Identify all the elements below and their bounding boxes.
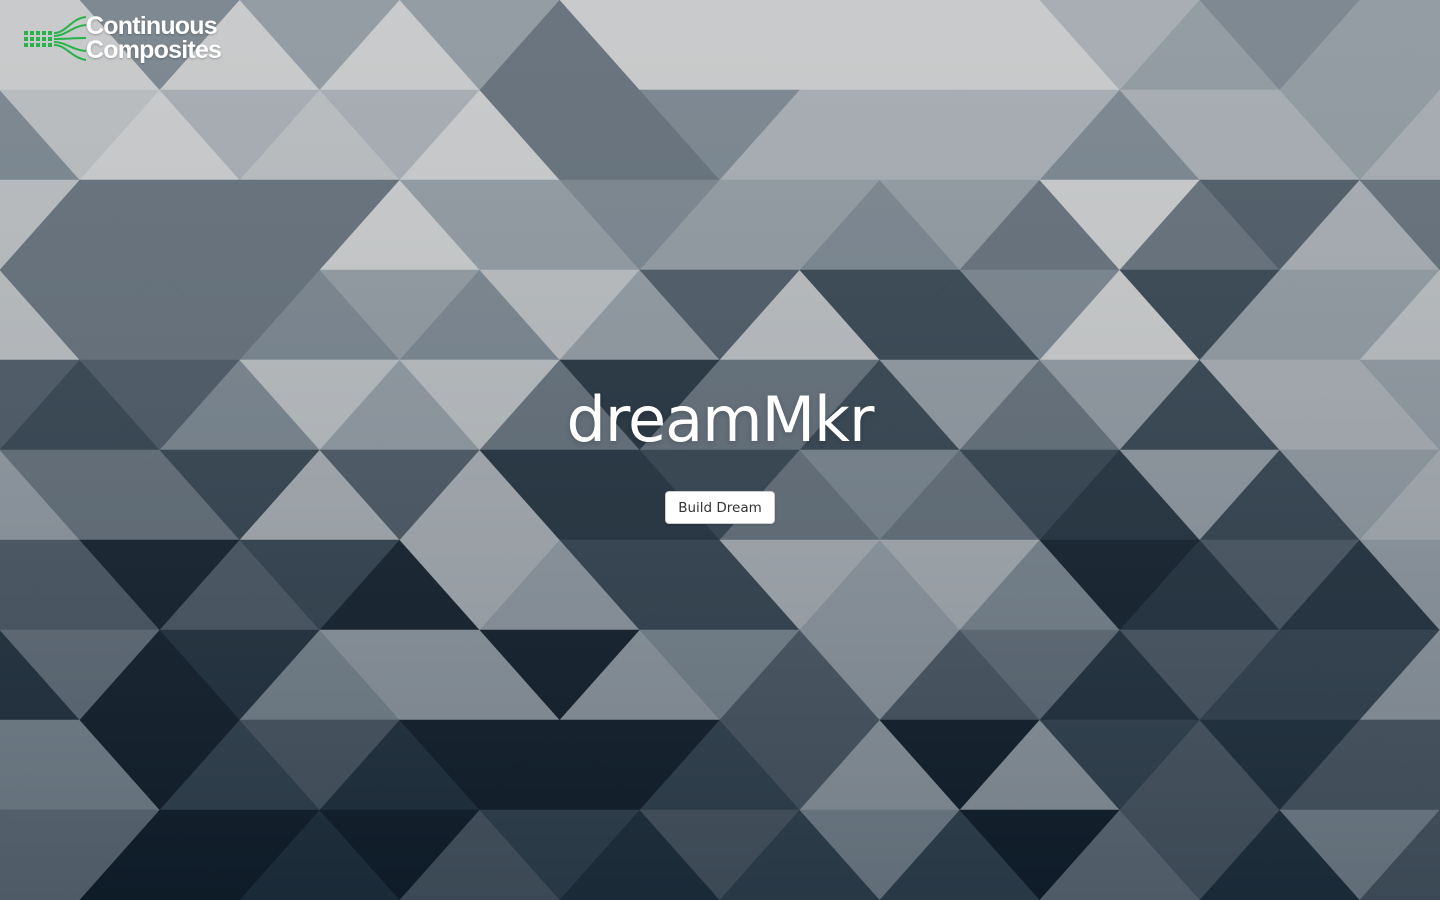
brand-mark-icon bbox=[24, 16, 87, 61]
hero-section: dreamMkr Build Dream bbox=[0, 378, 1440, 524]
brand-line-1: Continuous bbox=[86, 12, 218, 40]
hero-title: dreamMkr bbox=[566, 383, 875, 456]
build-dream-button[interactable]: Build Dream bbox=[665, 491, 775, 524]
brand-logo[interactable]: Continuous Composites bbox=[22, 12, 222, 64]
brand-text: Continuous Composites bbox=[86, 12, 222, 64]
brand-line-2: Composites bbox=[86, 36, 222, 64]
